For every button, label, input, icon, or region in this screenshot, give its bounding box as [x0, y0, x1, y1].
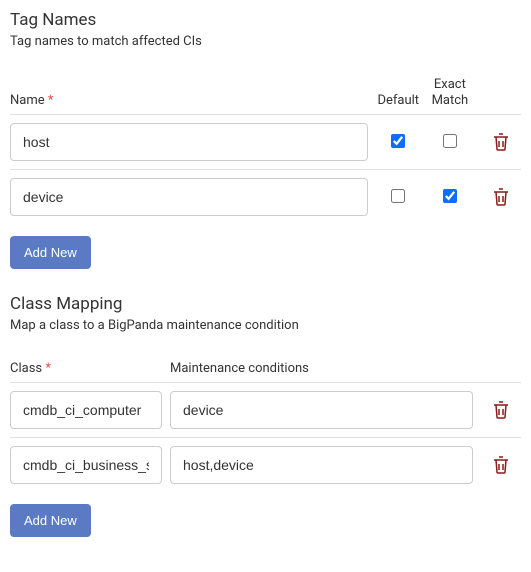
conditions-input[interactable]: [170, 391, 473, 429]
tag-default-checkbox[interactable]: [391, 134, 405, 148]
tag-names-section: Tag Names Tag names to match affected CI…: [10, 10, 521, 269]
header-exact1: Exact: [434, 77, 466, 92]
class-mapping-title: Class Mapping: [10, 294, 521, 314]
tag-row: [10, 170, 521, 225]
trash-icon: [493, 401, 509, 419]
required-mark: *: [48, 93, 54, 108]
tag-default-checkbox[interactable]: [391, 189, 405, 203]
class-input[interactable]: [10, 446, 162, 484]
delete-button[interactable]: [489, 184, 513, 210]
header-class-label: Class: [10, 361, 42, 376]
header-actions: [480, 71, 521, 115]
required-mark: *: [45, 361, 51, 376]
header-name-label: Name: [10, 93, 45, 108]
tag-exact-checkbox[interactable]: [443, 189, 457, 203]
tag-names-desc: Tag names to match affected CIs: [10, 34, 521, 49]
tag-names-table: Name * Default Exact Match: [10, 71, 521, 224]
tag-row: [10, 115, 521, 170]
header-name: Name *: [10, 71, 376, 115]
header-class: Class *: [10, 355, 170, 383]
delete-button[interactable]: [489, 452, 513, 478]
header-default: Default: [376, 71, 428, 115]
class-mapping-desc: Map a class to a BigPanda maintenance co…: [10, 318, 521, 333]
tag-name-input[interactable]: [10, 178, 368, 216]
class-input[interactable]: [10, 391, 162, 429]
tag-exact-checkbox[interactable]: [443, 134, 457, 148]
tag-names-title: Tag Names: [10, 10, 521, 30]
tag-name-input[interactable]: [10, 123, 368, 161]
conditions-input[interactable]: [170, 446, 473, 484]
add-new-tag-button[interactable]: Add New: [10, 236, 91, 269]
delete-button[interactable]: [489, 129, 513, 155]
trash-icon: [493, 133, 509, 151]
mapping-row: [10, 438, 521, 493]
header-exact2: Match: [432, 93, 469, 108]
delete-button[interactable]: [489, 397, 513, 423]
mapping-row: [10, 383, 521, 438]
class-mapping-table: Class * Maintenance conditions: [10, 355, 521, 492]
header-actions: [481, 355, 521, 383]
header-exact-match: Exact Match: [428, 71, 480, 115]
trash-icon: [493, 188, 509, 206]
header-conditions: Maintenance conditions: [170, 355, 481, 383]
add-new-mapping-button[interactable]: Add New: [10, 504, 91, 537]
trash-icon: [493, 456, 509, 474]
class-mapping-section: Class Mapping Map a class to a BigPanda …: [10, 294, 521, 537]
